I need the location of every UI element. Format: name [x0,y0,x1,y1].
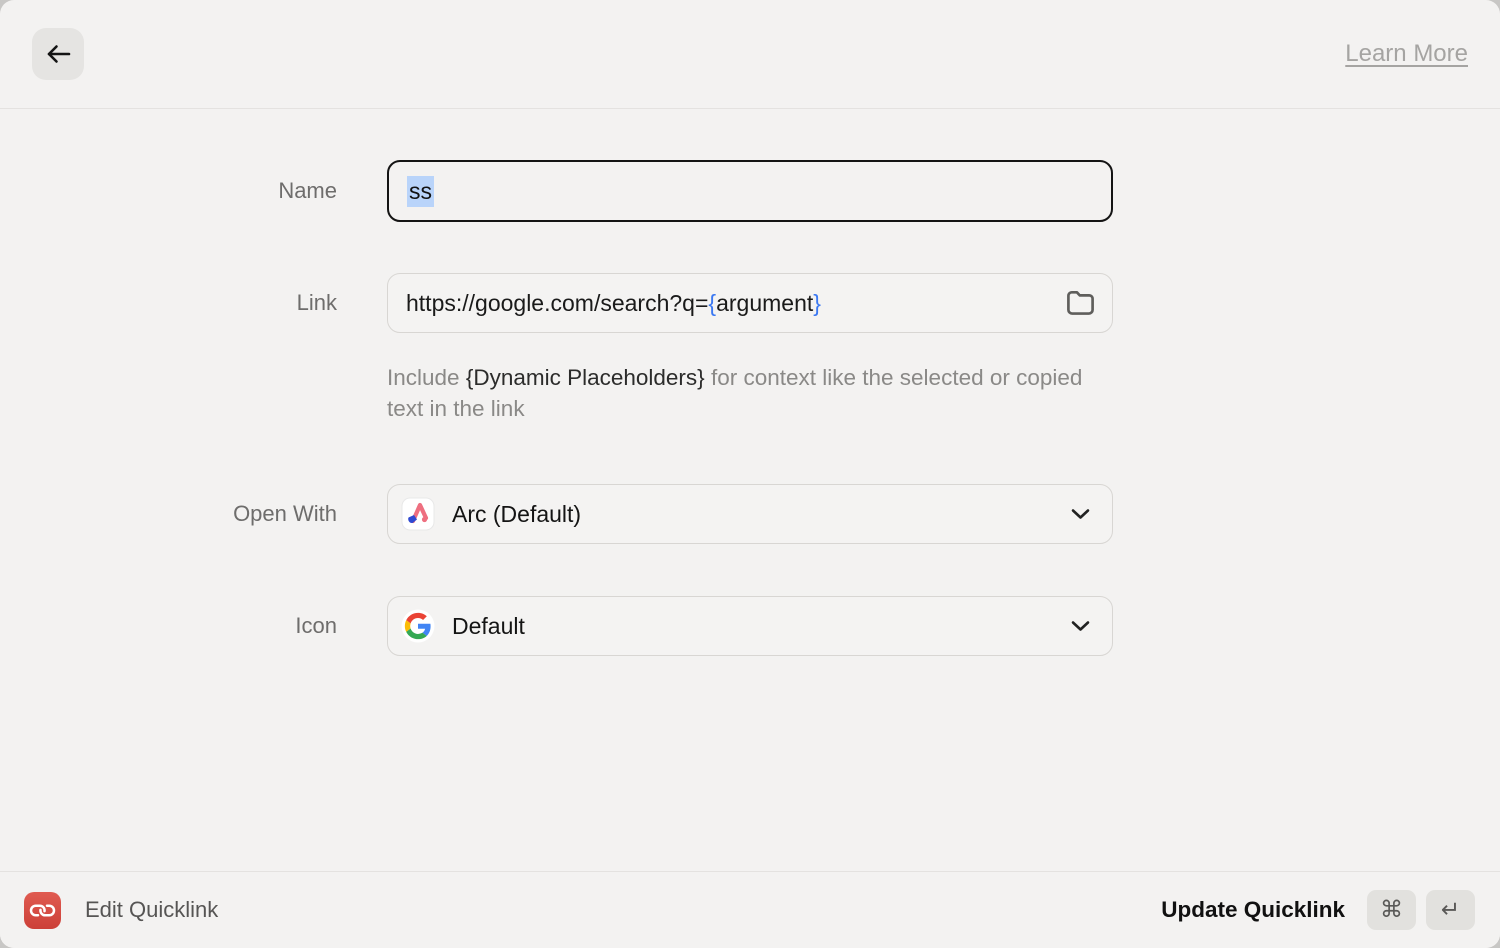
learn-more-link[interactable]: Learn More [1345,40,1468,68]
back-button[interactable] [32,28,84,80]
chevron-down-icon [1071,620,1090,632]
edit-quicklink-window: Learn More Name ss Link https://google.c… [0,0,1500,948]
arc-browser-icon [401,497,435,531]
update-quicklink-button[interactable]: Update Quicklink [1161,897,1345,923]
footer-primary-action: Update Quicklink ⌘ ↵ [1161,890,1475,930]
return-key-icon: ↵ [1426,890,1475,930]
open-with-value: Arc (Default) [452,501,581,528]
link-hint-text: Include {Dynamic Placeholders} for conte… [387,362,1113,424]
link-row: Link https://google.com/search?q={argume… [0,273,1500,333]
footer-action-bar: Edit Quicklink Update Quicklink ⌘ ↵ [0,871,1500,948]
dynamic-placeholders-token: {Dynamic Placeholders} [466,365,705,390]
icon-label: Icon [0,613,337,639]
link-hint-row: Include {Dynamic Placeholders} for conte… [0,362,1500,424]
name-input[interactable]: ss [387,160,1113,222]
brace-open: { [708,290,716,316]
google-icon [401,609,435,643]
name-row: Name ss [0,160,1500,222]
folder-icon [1065,289,1096,317]
footer-context-label: Edit Quicklink [85,897,218,923]
brace-close: } [813,290,821,316]
folder-picker-button[interactable] [1065,289,1096,317]
icon-value: Default [452,613,525,640]
name-input-value: ss [407,176,434,207]
link-label: Link [0,290,337,316]
quicklink-form: Name ss Link https://google.com/search?q… [0,109,1500,656]
link-input[interactable]: https://google.com/search?q={argument} [387,273,1113,333]
arrow-left-icon [45,42,72,66]
open-with-label: Open With [0,501,337,527]
header: Learn More [0,0,1500,109]
icon-dropdown[interactable]: Default [387,596,1113,656]
quicklink-icon [24,892,61,929]
cmd-key-icon: ⌘ [1367,890,1416,930]
chevron-down-icon [1071,508,1090,520]
link-input-value: https://google.com/search?q={argument} [406,290,821,317]
open-with-dropdown[interactable]: Arc (Default) [387,484,1113,544]
open-with-row: Open With Arc (Default) [0,484,1500,544]
name-label: Name [0,178,337,204]
icon-row: Icon Default [0,596,1500,656]
